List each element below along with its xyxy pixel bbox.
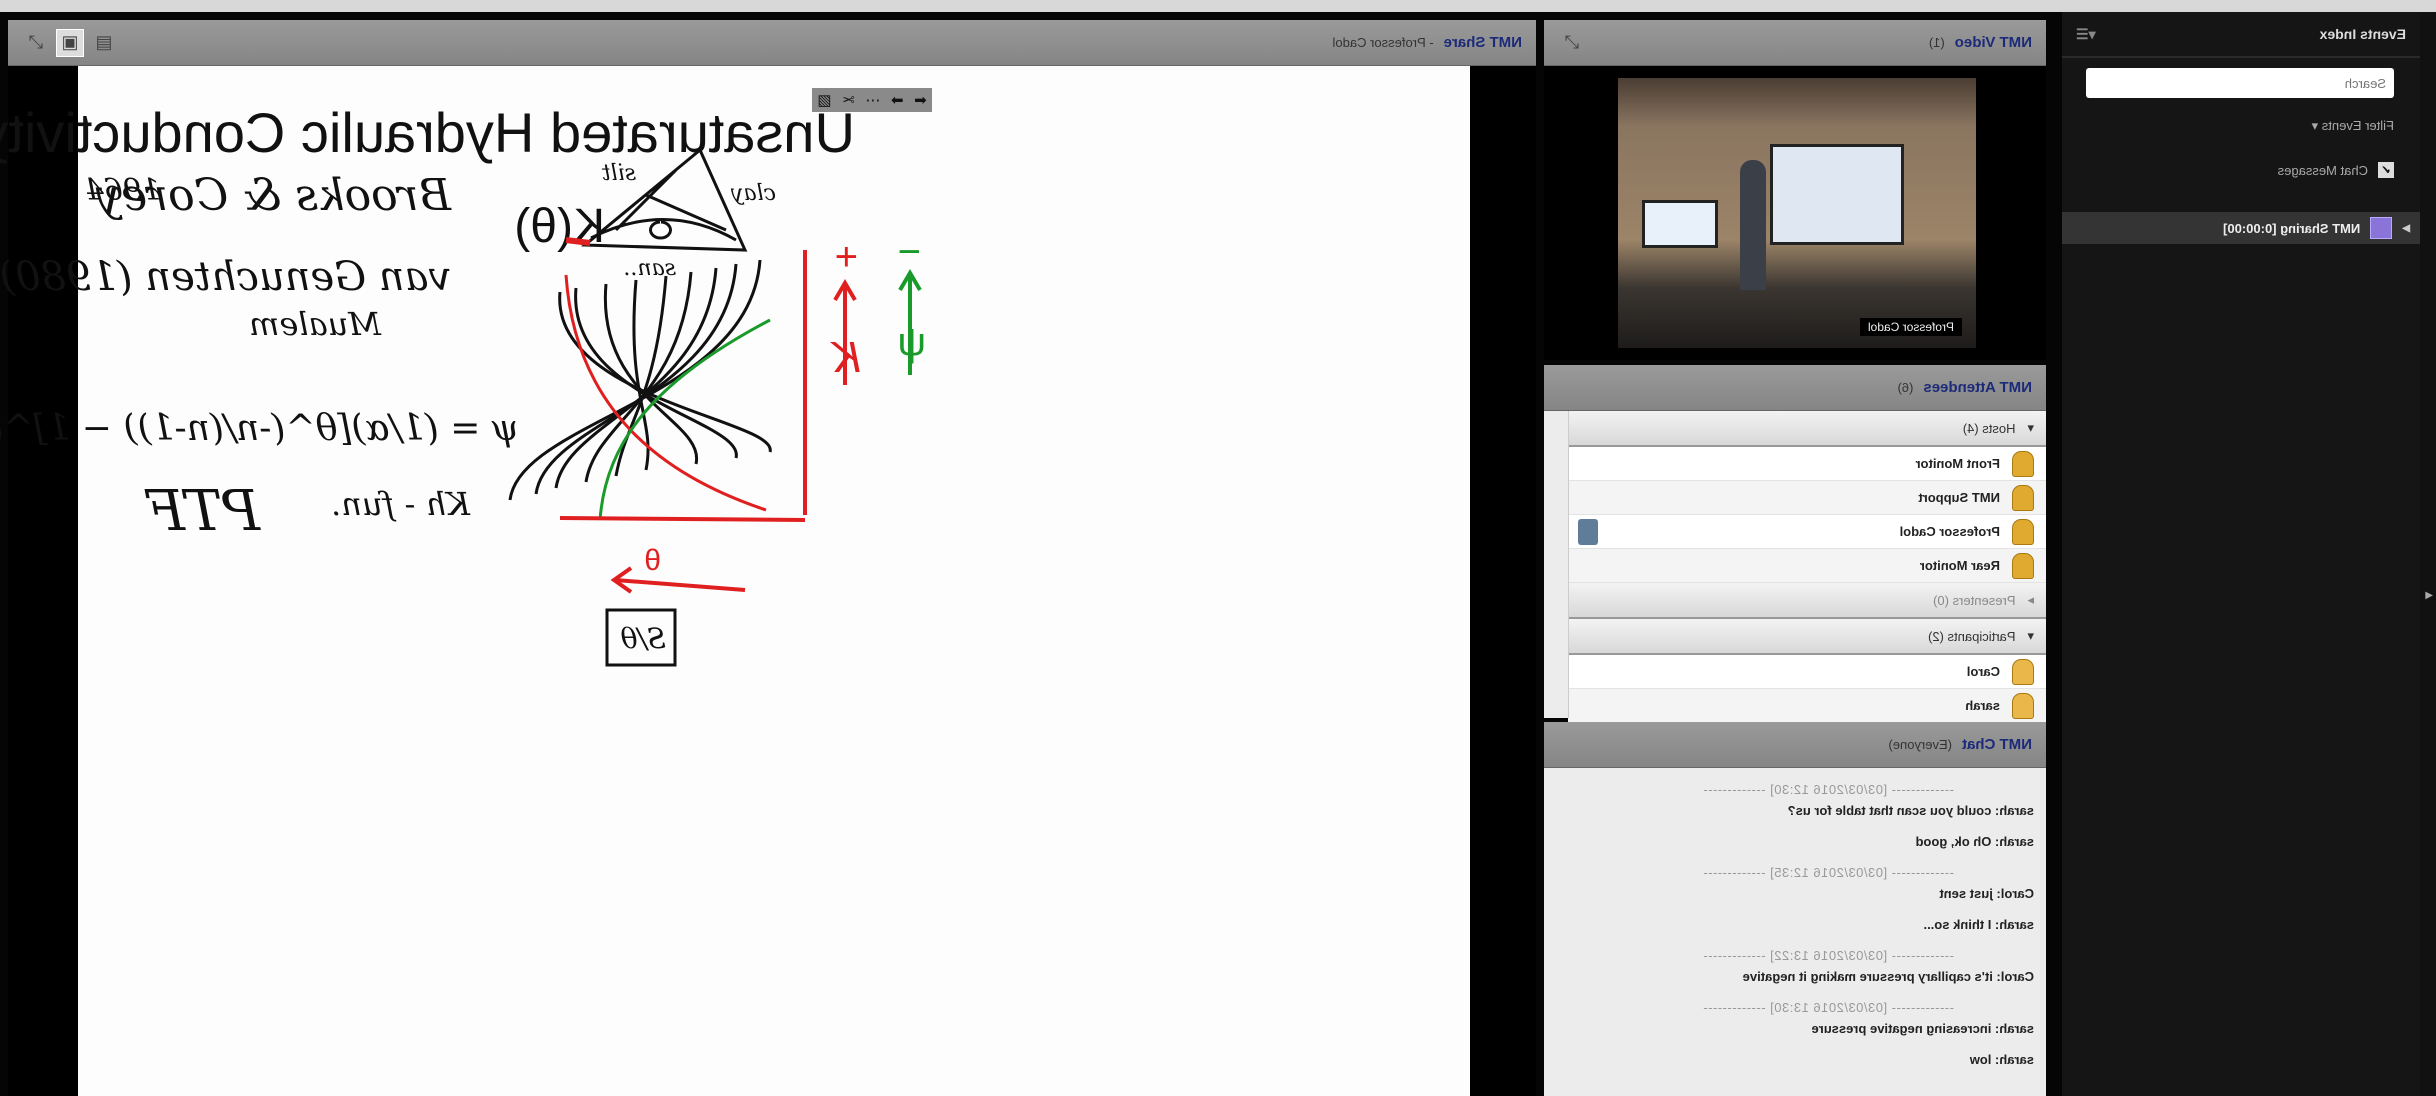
note-sand: san.. bbox=[623, 256, 676, 281]
retention-curve bbox=[574, 287, 738, 459]
note-minus: − bbox=[898, 230, 921, 274]
note-mualem: Mualem bbox=[249, 305, 382, 343]
note-ptf: PTF bbox=[144, 479, 261, 544]
note-theta: θ bbox=[644, 544, 661, 577]
note-silt: silt bbox=[602, 161, 636, 186]
note-s-theta: S/θ bbox=[620, 622, 666, 655]
note-psi: ψ bbox=[897, 320, 926, 364]
green-curve bbox=[598, 318, 771, 521]
note-kh-fun: Kh - fun. bbox=[331, 485, 471, 523]
note-clay: clay bbox=[731, 181, 776, 206]
red-curve bbox=[564, 274, 767, 512]
theta-arrow bbox=[610, 566, 746, 594]
app-window: ◀ Events Index ▾☰ Filter Events ▾ ✔ Chat… bbox=[0, 0, 2436, 1096]
note-k: K bbox=[830, 333, 861, 382]
retention-curves bbox=[508, 259, 772, 501]
note-van-genuchten: van Genuchten (1980) bbox=[0, 254, 451, 300]
note-1964: 1964 bbox=[85, 173, 161, 208]
red-mark bbox=[565, 237, 591, 246]
note-plus: + bbox=[835, 235, 858, 279]
whiteboard-drawing: Brooks & Corey 1964 van Genuchten (1980)… bbox=[0, 147, 926, 667]
note-equation: ψ = (1/α)[θ^(-n/(n-1)) − 1]^(1/n) bbox=[0, 408, 520, 449]
